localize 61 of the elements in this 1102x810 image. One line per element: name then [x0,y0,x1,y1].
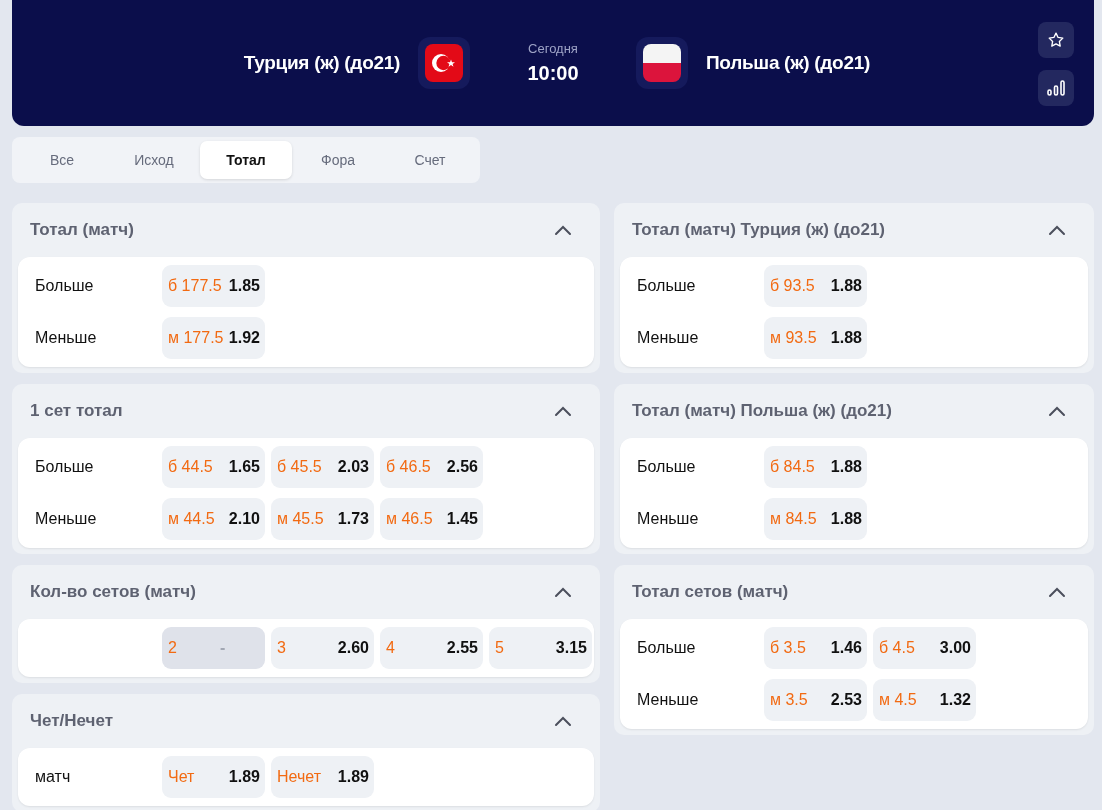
odds-button[interactable]: 3 2.60 [271,627,374,669]
match-day: Сегодня [528,41,578,56]
favorite-button[interactable] [1038,22,1074,58]
market-tab[interactable]: Фора [292,141,384,179]
statistics-button[interactable] [1038,70,1074,106]
chevron-up-icon[interactable] [554,224,572,236]
outcome-label: Больше [637,458,697,476]
bar-chart-icon [1046,78,1066,98]
market-tab[interactable]: Тотал [200,141,292,179]
odds-button[interactable]: м 3.5 2.53 [764,679,867,721]
odds-button[interactable]: б 45.5 2.03 [271,446,374,488]
market-tab[interactable]: Счет [384,141,476,179]
chevron-up-icon[interactable] [554,405,572,417]
outcome-label: Меньше [35,510,98,528]
home-team-name: Турция (ж) (до21) [242,52,400,74]
odds-button[interactable]: б 84.5 1.88 [764,446,867,488]
odds-button[interactable]: м 84.5 1.88 [764,498,867,540]
market-title: Тотал (матч) [30,220,134,240]
odds-button[interactable]: б 93.5 1.88 [764,265,867,307]
odds-button[interactable]: Нечет 1.89 [271,756,374,798]
market-title: Тотал (матч) Турция (ж) (до21) [632,220,886,240]
market-title: 1 сет тотал [30,401,123,421]
odds-button[interactable]: б 46.5 2.56 [380,446,483,488]
outcome-label: Меньше [637,329,700,347]
odds-button[interactable]: б 3.5 1.46 [764,627,867,669]
outcome-label: Больше [35,458,95,476]
odds-button[interactable]: б 4.5 3.00 [873,627,976,669]
outcome-label: Больше [35,277,95,295]
poland-flag-icon [643,44,681,82]
odds-button[interactable]: Чет 1.89 [162,756,265,798]
away-team-name: Польша (ж) (до21) [706,52,871,74]
outcome-label: Больше [637,277,697,295]
outcome-label: Меньше [637,510,700,528]
chevron-up-icon[interactable] [554,715,572,727]
odds-button[interactable]: м 177.5 1.92 [162,317,265,359]
outcome-label: Больше [637,639,697,657]
market-title: Чет/Нечет [30,711,113,731]
odds-button[interactable]: 5 3.15 [489,627,592,669]
turkey-flag-icon [425,44,463,82]
match-time: 10:00 [527,62,579,85]
market-tab[interactable]: Все [16,141,108,179]
odds-button[interactable]: б 44.5 1.65 [162,446,265,488]
odds-button[interactable]: б 177.5 1.85 [162,265,265,307]
odds-button[interactable]: м 46.5 1.45 [380,498,483,540]
chevron-up-icon[interactable] [1048,586,1066,598]
odds-button[interactable]: м 93.5 1.88 [764,317,867,359]
market-title: Тотал сетов (матч) [632,582,789,602]
chevron-up-icon[interactable] [1048,224,1066,236]
chevron-up-icon[interactable] [554,586,572,598]
odds-button[interactable]: м 4.5 1.32 [873,679,976,721]
chevron-up-icon[interactable] [1048,405,1066,417]
market-title: Кол-во сетов (матч) [30,582,196,602]
odds-button[interactable]: м 44.5 2.10 [162,498,265,540]
star-icon [1047,31,1065,49]
market-title: Тотал (матч) Польша (ж) (до21) [632,401,892,421]
odds-button[interactable]: м 45.5 1.73 [271,498,374,540]
market-tab[interactable]: Исход [108,141,200,179]
outcome-label: Меньше [637,691,700,709]
outcome-label: матч [35,768,72,786]
odds-button[interactable]: 4 2.55 [380,627,483,669]
outcome-label: Меньше [35,329,98,347]
